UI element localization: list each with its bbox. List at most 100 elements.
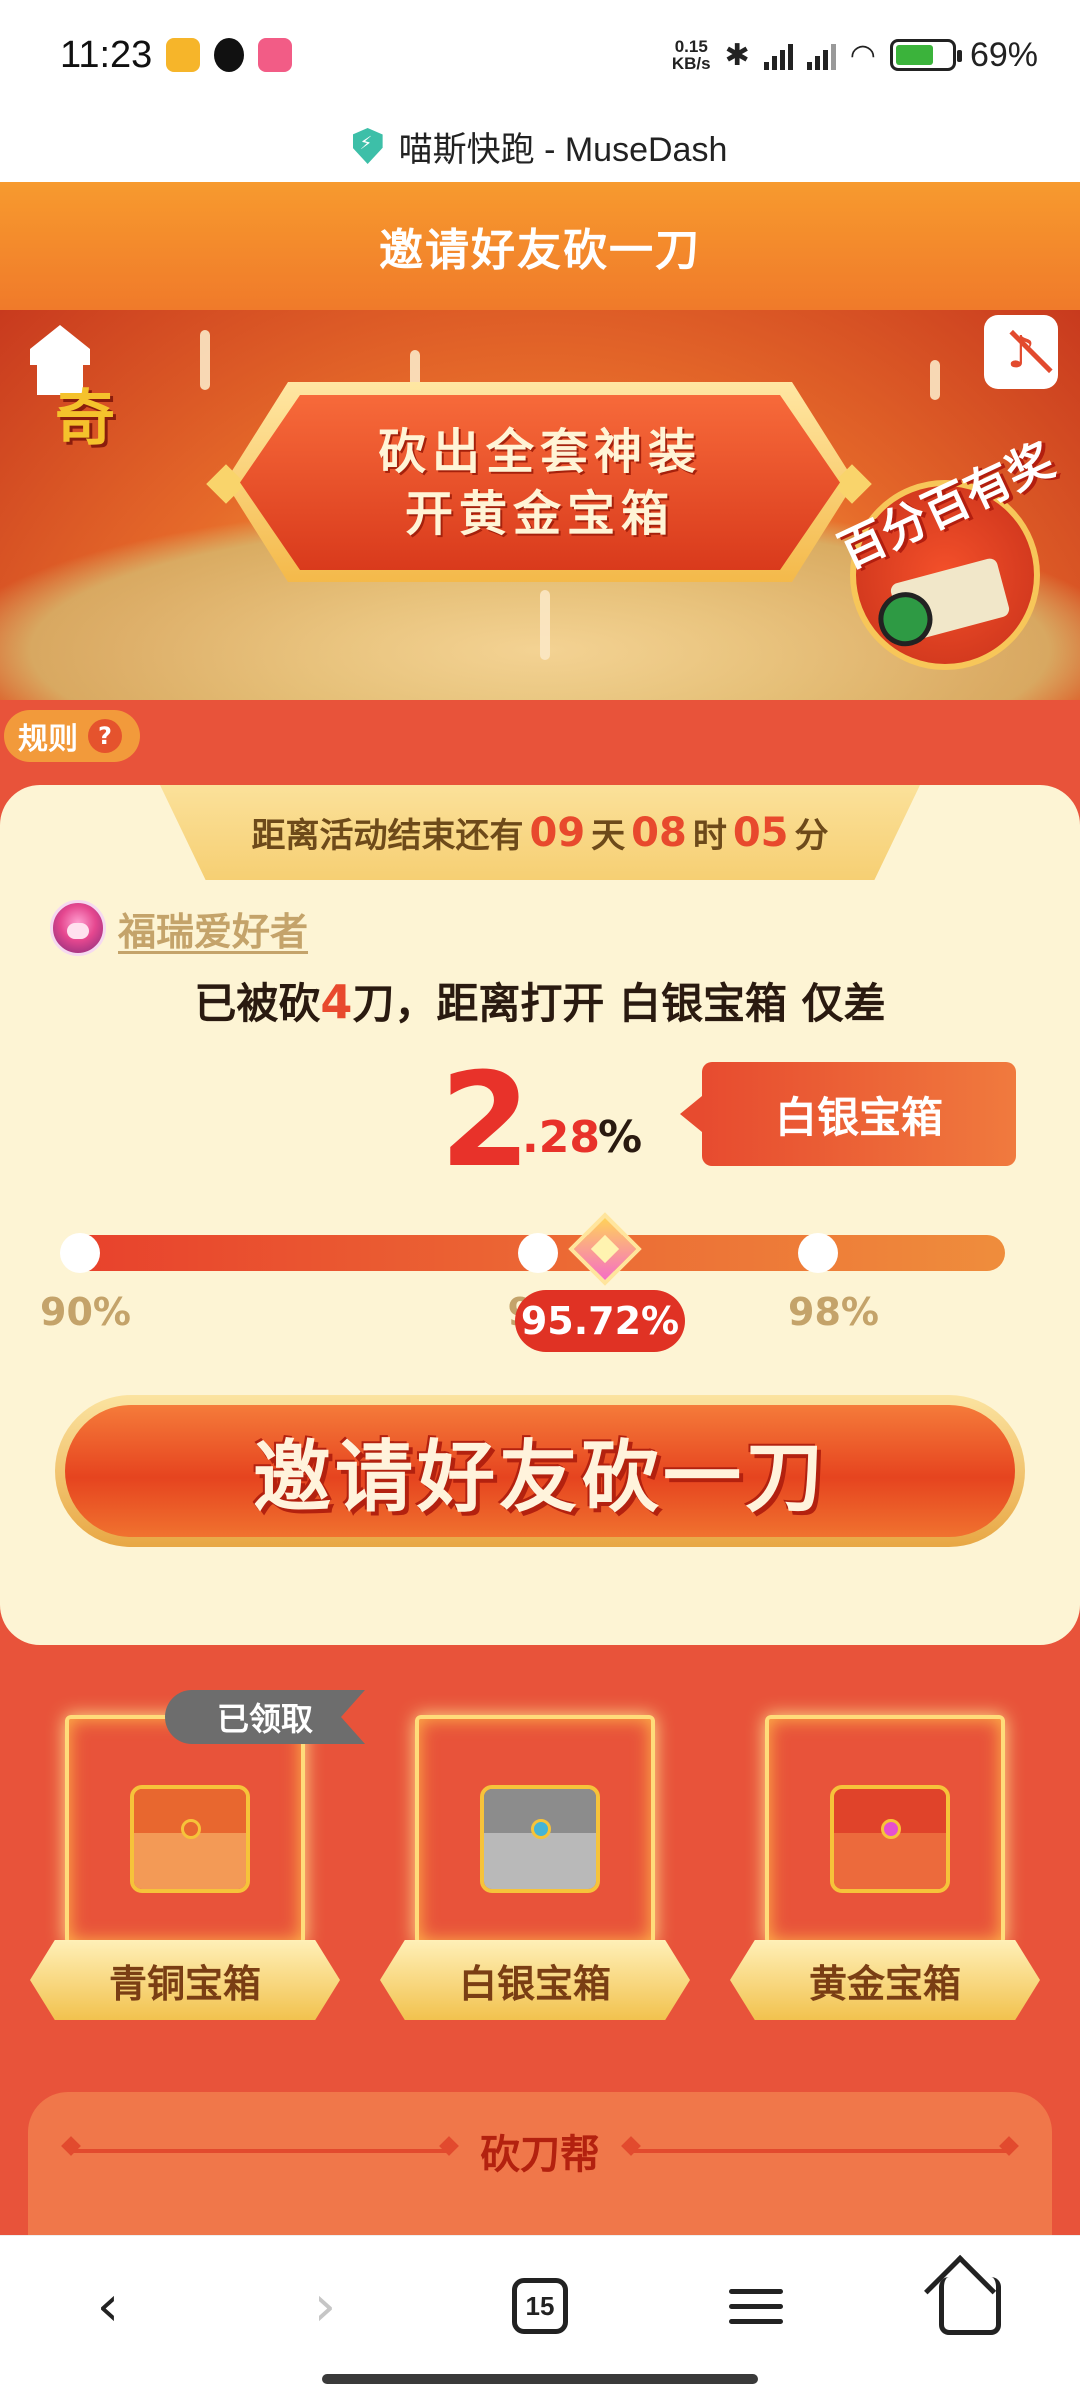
- slogan-line-2: 开黄金宝箱: [404, 485, 675, 542]
- notes-app-icon: [166, 38, 201, 72]
- chevron-right-icon: ›: [313, 2273, 337, 2339]
- banner-streak: [200, 330, 210, 390]
- music-toggle-button[interactable]: ♪: [984, 315, 1058, 389]
- chest-label: 白银宝箱: [458, 1961, 611, 2006]
- wifi-icon: ◠: [849, 38, 876, 72]
- status-part-2: 刀，距离打开 白银宝箱 仅差: [352, 979, 886, 1028]
- network-speed-unit: KB/s: [671, 54, 711, 73]
- progress-milestone-node: [798, 1233, 838, 1273]
- progress-milestone-label: 90%: [40, 1290, 131, 1334]
- menu-icon-line: [729, 2303, 783, 2309]
- helpers-title-row: 砍刀帮: [28, 2122, 1052, 2180]
- menu-button[interactable]: [716, 2266, 796, 2346]
- cut-count: 4: [320, 975, 353, 1029]
- target-chest-tag: 白银宝箱: [680, 1062, 1016, 1166]
- status-bar: 11:23 0.15 KB/s ✱ ◠ 69%: [0, 0, 1080, 110]
- claimed-badge: 已领取: [165, 1690, 365, 1744]
- remaining-percent: 2 .28 % 白银宝箱: [0, 1050, 1080, 1190]
- countdown-banner: 距离活动结束还有 09 天 08 时 05 分: [160, 785, 920, 880]
- browser-title-bar: 喵斯快跑 - MuseDash: [0, 110, 1080, 182]
- invite-button-label: 邀请好友砍一刀: [252, 1432, 827, 1523]
- chest-base: [484, 1833, 596, 1889]
- security-shield-icon: [352, 128, 383, 164]
- chest-label-plate: 青铜宝箱: [30, 1940, 340, 2020]
- countdown-minutes-unit: 分: [794, 816, 829, 856]
- treasure-chest-icon: [480, 1785, 600, 1893]
- site-title: 喵斯快跑 - MuseDash: [398, 130, 728, 169]
- tabs-button[interactable]: 15: [500, 2266, 580, 2346]
- rules-button[interactable]: 规则 ?: [4, 710, 140, 762]
- banner-streak: [540, 590, 550, 660]
- home-icon: [30, 325, 90, 365]
- cut-status-text: 已被砍4刀，距离打开 白银宝箱 仅差: [0, 970, 1080, 1031]
- status-part-1: 已被砍: [194, 979, 321, 1028]
- chest-card[interactable]: 白银宝箱: [370, 1690, 700, 2030]
- banner-character-text: 奇: [55, 384, 115, 454]
- countdown-hours: 08: [631, 809, 687, 856]
- remaining-decimal: .28: [522, 1112, 600, 1163]
- treasure-chest-icon: [130, 1785, 250, 1893]
- network-speed: 0.15 KB/s: [672, 38, 711, 72]
- chevron-left-icon: ‹: [96, 2273, 120, 2339]
- avatar: [50, 900, 106, 956]
- forward-button[interactable]: ›: [285, 2266, 365, 2346]
- chest-rewards: 青铜宝箱 已领取白银宝箱 黄金宝箱: [0, 1690, 1080, 2030]
- gesture-bar[interactable]: [322, 2374, 758, 2384]
- browser-home-button[interactable]: [930, 2266, 1010, 2346]
- progress-milestone-node: [517, 1233, 558, 1273]
- menu-icon: [729, 2288, 783, 2294]
- battery-percent: 69%: [969, 35, 1038, 74]
- chest-gem: [531, 1819, 551, 1839]
- progress-milestone-node: [60, 1233, 100, 1273]
- username: 福瑞爱好者: [118, 909, 309, 954]
- banner-streak: [930, 360, 940, 400]
- chest-label: 青铜宝箱: [108, 1961, 261, 2006]
- battery-fill: [895, 45, 933, 65]
- target-chest-label: 白银宝箱: [774, 1092, 943, 1142]
- countdown-minutes: 05: [732, 809, 789, 856]
- chest-card[interactable]: 青铜宝箱 已领取: [20, 1690, 365, 2030]
- rules-label: 规则: [18, 722, 78, 757]
- page-header: 邀请好友砍一刀: [0, 182, 1080, 310]
- remaining-integer: 2: [440, 1044, 531, 1196]
- home-icon: [939, 2277, 1001, 2335]
- progress-milestone-label: 98%: [788, 1290, 879, 1334]
- slogan-line-1: 砍出全套神装: [377, 423, 702, 480]
- status-time: 11:23: [60, 33, 153, 76]
- countdown-hours-unit: 时: [692, 816, 727, 856]
- bluetooth-icon: ✱: [724, 38, 750, 72]
- invite-friends-button[interactable]: 邀请好友砍一刀: [55, 1395, 1025, 1547]
- invite-button-face: 邀请好友砍一刀: [65, 1405, 1015, 1537]
- divider-left: [70, 2149, 450, 2153]
- progress-current-marker: [568, 1212, 642, 1286]
- page-title: 邀请好友砍一刀: [379, 225, 701, 276]
- chest-label-plate: 白银宝箱: [380, 1940, 690, 2020]
- tab-count: 15: [512, 2278, 568, 2334]
- status-indicators: 0.15 KB/s ✱ ◠ 69%: [672, 36, 1038, 75]
- countdown-days: 09: [529, 809, 586, 856]
- countdown-days-unit: 天: [591, 816, 626, 856]
- chest-gem: [181, 1819, 201, 1839]
- chest-gem: [881, 1819, 901, 1839]
- divider-right: [630, 2149, 1010, 2153]
- user-row[interactable]: 福瑞爱好者: [50, 900, 308, 956]
- remaining-unit: %: [598, 1112, 643, 1163]
- slogan-plaque: 砍出全套神装 开黄金宝箱: [240, 395, 840, 570]
- bargain-card: 距离活动结束还有 09 天 08 时 05 分 福瑞爱好者 已被砍4刀，距离打开…: [0, 785, 1080, 1645]
- chest-base: [834, 1833, 946, 1889]
- countdown-prefix: 距离活动结束还有: [251, 816, 524, 856]
- treasure-chest-icon: [830, 1785, 950, 1893]
- signal-icon: [763, 40, 793, 70]
- battery-icon: [889, 39, 962, 71]
- chest-card[interactable]: 黄金宝箱: [720, 1690, 1050, 2030]
- qq-app-icon: [214, 38, 245, 72]
- chest-base: [134, 1833, 246, 1889]
- chest-label: 黄金宝箱: [808, 1961, 961, 2006]
- signal-icon-2: [806, 40, 836, 70]
- lofter-app-icon: [258, 38, 293, 72]
- back-button[interactable]: ‹: [68, 2266, 148, 2346]
- helpers-title: 砍刀帮: [480, 2132, 600, 2178]
- promo-banner: 奇 ♪ 砍出全套神装 开黄金宝箱 百分百有奖: [0, 310, 1080, 700]
- network-speed-value: 0.15: [674, 37, 708, 56]
- progress-current-bubble: 95.72%: [515, 1290, 685, 1352]
